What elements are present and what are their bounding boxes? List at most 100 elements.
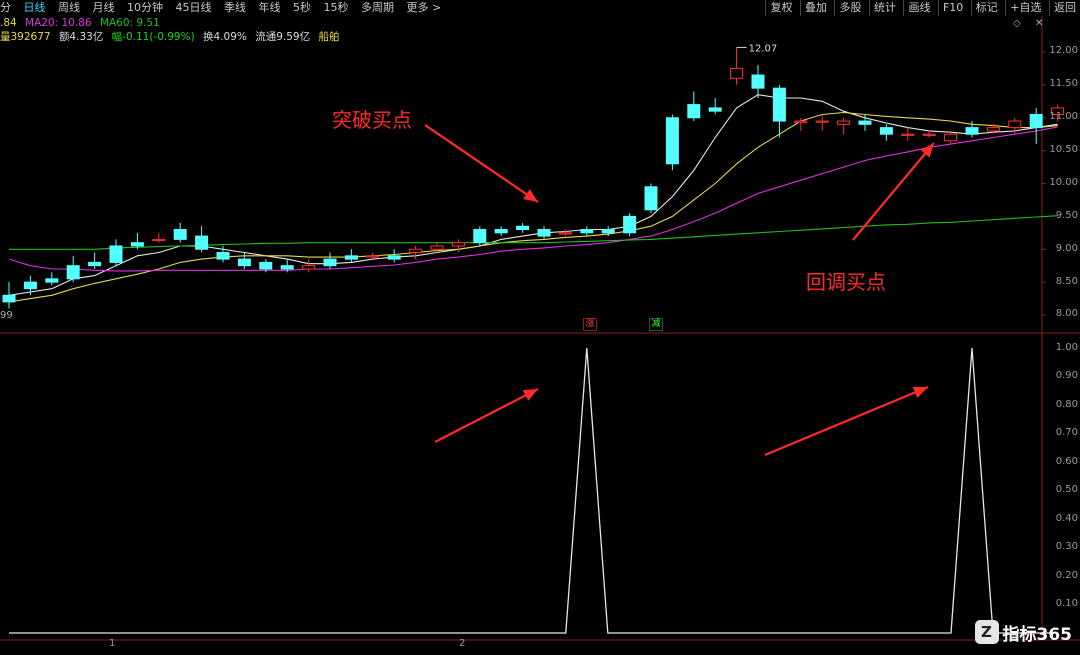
candle-body (23, 281, 37, 290)
toolbar-left-fragment: 分 (0, 1, 11, 14)
overlay-button[interactable]: 叠加 (799, 0, 831, 16)
mark-button[interactable]: 标记 (970, 0, 1002, 16)
price-axis-label: 8.50 (1055, 276, 1078, 287)
indicator-axis-label: 0.90 (1055, 370, 1078, 381)
price-axis-label: 12.00 (1049, 45, 1078, 56)
indicator-axis-label: 0.70 (1055, 427, 1078, 438)
candle-body (302, 265, 316, 270)
tab-more[interactable]: 更多 > (407, 0, 442, 16)
time-axis-label: 2 (459, 638, 466, 649)
candle-body (409, 248, 423, 254)
up-marker: 涨 (583, 318, 597, 331)
tab-weekly[interactable]: 周线 (58, 0, 80, 16)
candle-body (366, 255, 380, 258)
candle-body (109, 245, 123, 263)
candle-body (922, 133, 936, 136)
left-edge-label: 99 (0, 310, 13, 321)
candle-body (944, 133, 958, 142)
pullback-arrow (852, 142, 935, 241)
candle-body (323, 258, 337, 267)
candle-body (751, 74, 765, 89)
candle-body (815, 120, 829, 123)
chart-canvas: 12.07 (0, 16, 1080, 641)
candle-body (644, 186, 658, 211)
indicator-axis-label: 0.80 (1055, 399, 1078, 410)
f10-button[interactable]: F10 (937, 0, 967, 16)
tab-15sec[interactable]: 15秒 (324, 0, 349, 16)
candle-body (494, 229, 508, 234)
candle-body (858, 120, 872, 125)
candle-body (794, 120, 808, 123)
indicator-axis-label: 0.30 (1055, 541, 1078, 552)
tab-45day[interactable]: 45日线 (176, 0, 212, 16)
quote-info: 量392677 额4.33亿 幅-0.11(-0.99%) 换4.09% 流通9… (0, 30, 344, 44)
period-toolbar: 分 日线 周线 月线 10分钟 45日线 季线 年线 5秒 15秒 多周期 更多… (0, 0, 1080, 16)
ma5-value: .84 (0, 17, 17, 29)
candle-body (66, 265, 80, 280)
close-icon[interactable]: ✕ (1035, 18, 1043, 29)
candle-body (473, 229, 487, 244)
tab-daily[interactable]: 日线 (24, 0, 46, 16)
candle-body (730, 67, 744, 79)
candle-body (1029, 113, 1043, 129)
pullback-annotation: 回调买点 (806, 270, 886, 294)
high-label: 12.07 (749, 43, 778, 54)
price-axis-label: 11.00 (1049, 111, 1078, 122)
logo-icon: Z (974, 620, 999, 644)
ma-line-ma10 (8, 111, 1058, 303)
price-axis-label: 8.00 (1055, 308, 1078, 319)
candle-body (986, 127, 1000, 132)
price-axis-label: 9.00 (1055, 243, 1078, 254)
tab-yearly[interactable]: 年线 (259, 0, 281, 16)
candle-body (965, 127, 979, 135)
candle-body (152, 238, 166, 242)
candle-body (601, 229, 615, 234)
indicator-axis-label: 0.50 (1055, 484, 1078, 495)
tab-5sec[interactable]: 5秒 (293, 0, 311, 16)
tab-quarterly[interactable]: 季线 (224, 0, 246, 16)
logo-text: 指标365 (1002, 624, 1073, 645)
down-marker: 减 (649, 318, 663, 331)
candle-body (88, 261, 102, 267)
candle-body (1008, 120, 1022, 129)
period-tabs: 分 日线 周线 月线 10分钟 45日线 季线 年线 5秒 15秒 多周期 更多… (0, 0, 450, 16)
indicator-axis-label: 0.40 (1055, 513, 1078, 524)
price-axis-label: 10.00 (1049, 177, 1078, 188)
amount-value: 额4.33亿 (58, 31, 104, 43)
indicator-axis-label: 0.60 (1055, 456, 1078, 467)
stats-button[interactable]: 统计 (868, 0, 900, 16)
right-tools: 复权 叠加 多股 统计 画线 F10 标记 +自选 返回 (765, 0, 1080, 16)
candle-body (45, 278, 59, 283)
candle-body (687, 104, 701, 119)
indicator-arrow-2 (764, 385, 929, 457)
change-value: 幅-0.11(-0.99%) (111, 31, 195, 43)
candle-body (344, 255, 358, 260)
candle-body (772, 87, 786, 122)
candle-body (516, 225, 530, 231)
diamond-icon[interactable]: ◇ (1013, 18, 1021, 29)
add-watchlist-button[interactable]: +自选 (1005, 0, 1045, 16)
breakout-arrow (424, 124, 539, 203)
turnover-value: 换4.09% (203, 31, 247, 43)
candle-body (837, 120, 851, 125)
back-button[interactable]: 返回 (1049, 0, 1080, 16)
candle-body (2, 294, 16, 303)
ma20-value: MA20: 10.86 (25, 17, 92, 29)
multi-stock-button[interactable]: 多股 (834, 0, 865, 16)
candle-body (237, 258, 251, 267)
ma-legend: .84 MA20: 10.86 MA60: 9.51 (0, 16, 165, 30)
candle-body (665, 117, 679, 165)
sector-value: 船舶 (318, 31, 340, 43)
tab-10min[interactable]: 10分钟 (127, 0, 163, 16)
draw-line-button[interactable]: 画线 (903, 0, 934, 16)
ma-line-ma60 (9, 215, 1058, 250)
candle-body (580, 229, 594, 234)
price-axis-label: 9.50 (1055, 210, 1078, 221)
fuquan-button[interactable]: 复权 (765, 0, 796, 16)
tab-monthly[interactable]: 月线 (93, 0, 115, 16)
brand-logo: Z 指标365 (974, 617, 1073, 647)
candle-body (280, 265, 294, 270)
volume-value: 量392677 (0, 31, 51, 43)
breakout-annotation: 突破买点 (332, 108, 412, 132)
tab-multi-period[interactable]: 多周期 (361, 0, 394, 16)
